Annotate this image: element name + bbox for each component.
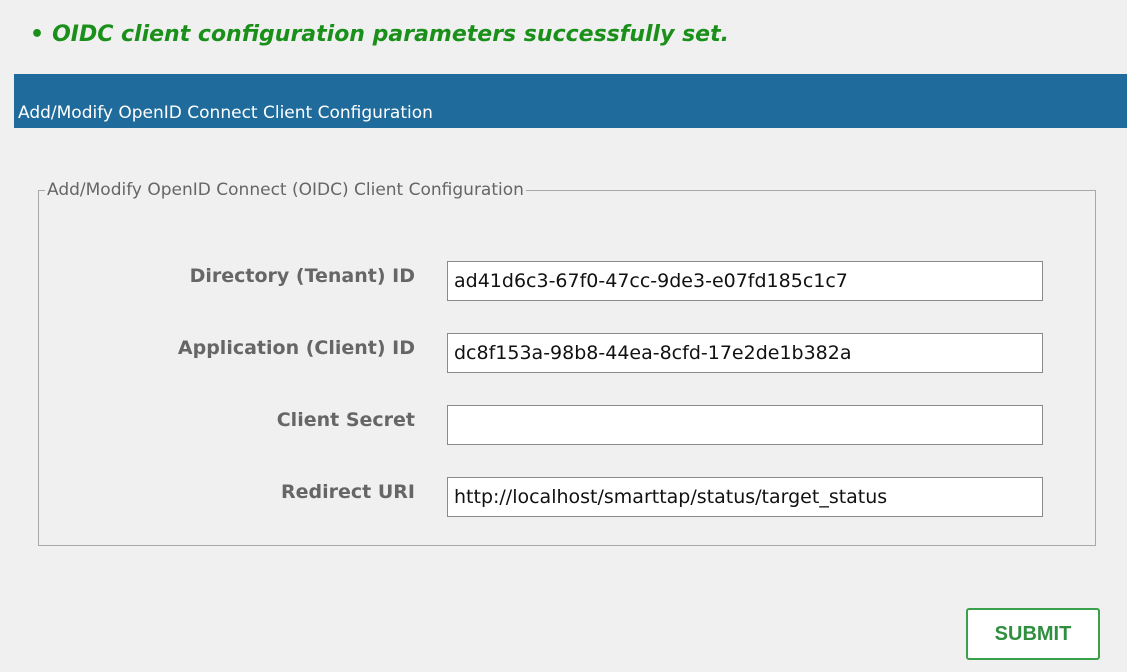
client-id-row: Application (Client) ID [39,333,1095,373]
panel-title: Add/Modify OpenID Connect Client Configu… [18,103,433,123]
success-message: • OIDC client configuration parameters su… [30,22,729,47]
success-message-text: OIDC client configuration parameters suc… [52,22,729,47]
panel-header: Add/Modify OpenID Connect Client Configu… [14,74,1127,128]
redirect-uri-row: Redirect URI [39,477,1095,517]
tenant-id-row: Directory (Tenant) ID [39,261,1095,301]
fieldset-legend: Add/Modify OpenID Connect (OIDC) Client … [47,180,524,200]
oidc-config-fieldset: Add/Modify OpenID Connect (OIDC) Client … [38,180,1096,546]
page: • OIDC client configuration parameters su… [0,0,1127,672]
client-id-label: Application (Client) ID [177,337,415,359]
redirect-uri-input[interactable] [447,477,1043,517]
client-id-input[interactable] [447,333,1043,373]
bullet-icon: • [30,22,45,47]
client-secret-row: Client Secret [39,405,1095,445]
client-secret-input[interactable] [447,405,1043,445]
tenant-id-input[interactable] [447,261,1043,301]
tenant-id-label: Directory (Tenant) ID [189,265,415,287]
client-secret-label: Client Secret [276,409,415,431]
panel-body: Add/Modify OpenID Connect (OIDC) Client … [14,128,1127,672]
redirect-uri-label: Redirect URI [281,481,415,503]
submit-button[interactable]: SUBMIT [966,608,1100,660]
